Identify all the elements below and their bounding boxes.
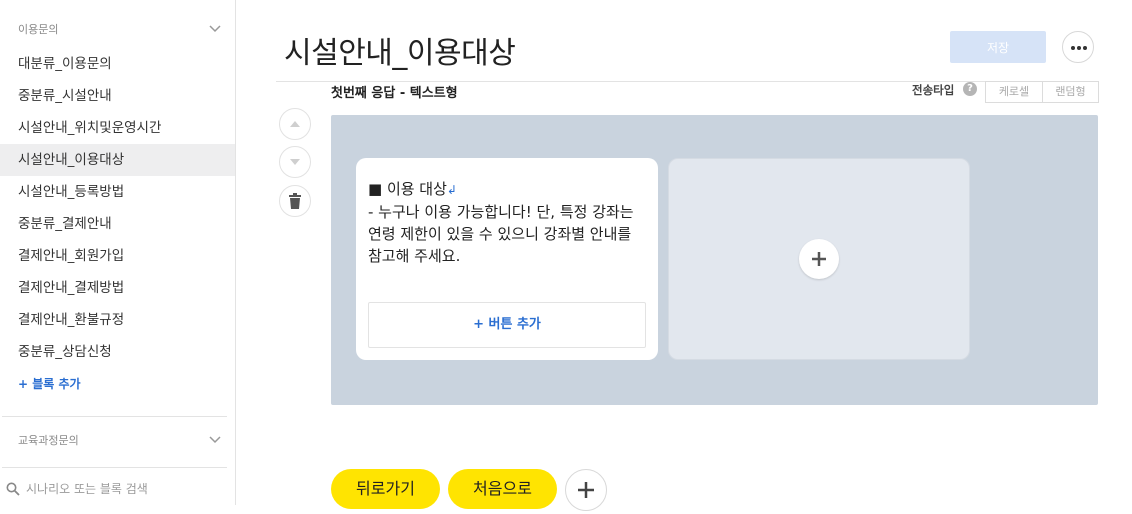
empty-card-slot: [668, 158, 970, 360]
block-list: 대분류_이용문의 중분류_시설안내 시설안내_위치및운영시간 시설안내_이용대상…: [0, 48, 235, 368]
send-type-toggle: 케로셀 랜덤형: [985, 81, 1099, 103]
card-body: - 누구나 이용 가능합니다! 단, 특정 강좌는 연령 제한이 있을 수 있으…: [368, 203, 634, 265]
chevron-down-icon[interactable]: [207, 20, 223, 36]
search-input[interactable]: 시나리오 또는 블록 검색: [0, 478, 235, 500]
divider: [2, 467, 227, 468]
sidebar-item[interactable]: 결제안내_회원가입: [0, 240, 235, 272]
sidebar-item[interactable]: 중분류_시설안내: [0, 80, 235, 112]
group-header-usage[interactable]: 이용문의: [0, 18, 235, 38]
type-option-random[interactable]: 랜덤형: [1042, 82, 1098, 102]
card-text[interactable]: ■ 이용 대상↲ - 누구나 이용 가능합니다! 단, 특정 강좌는 연령 제한…: [368, 178, 640, 267]
page-title: 시설안내_이용대상: [284, 36, 516, 71]
triangle-down-icon: [290, 159, 300, 165]
move-down-button[interactable]: [279, 146, 311, 178]
sidebar-item[interactable]: 시설안내_등록방법: [0, 176, 235, 208]
sidebar-item-active[interactable]: 시설안내_이용대상: [0, 144, 235, 176]
add-button-button[interactable]: + 버튼 추가: [368, 302, 646, 348]
plus-icon: [578, 482, 594, 498]
text-card[interactable]: ■ 이용 대상↲ - 누구나 이용 가능합니다! 단, 특정 강좌는 연령 제한…: [356, 158, 658, 360]
more-icon: [1077, 46, 1081, 50]
back-button[interactable]: 뒤로가기: [331, 469, 440, 509]
delete-button[interactable]: [279, 185, 311, 217]
more-icon: [1083, 46, 1087, 50]
add-block-link[interactable]: + 블록 추가: [18, 375, 81, 392]
add-card-button[interactable]: [799, 239, 839, 279]
search-placeholder: 시나리오 또는 블록 검색: [26, 482, 148, 496]
sidebar-item[interactable]: 중분류_상담신청: [0, 336, 235, 368]
group-label: 이용문의: [18, 23, 59, 36]
type-option-carousel[interactable]: 케로셀: [986, 82, 1042, 102]
triangle-up-icon: [290, 121, 300, 127]
search-icon: [6, 482, 20, 496]
response-label: 첫번째 응답 - 텍스트형: [331, 86, 458, 101]
chevron-down-icon[interactable]: [207, 431, 223, 447]
card-title: ■ 이용 대상: [368, 180, 447, 198]
sidebar-item[interactable]: 결제안내_환불규정: [0, 304, 235, 336]
divider: [2, 416, 227, 417]
sidebar-item[interactable]: 대분류_이용문의: [0, 48, 235, 80]
plus-icon: [812, 252, 826, 266]
home-button[interactable]: 처음으로: [448, 469, 557, 509]
move-up-button[interactable]: [279, 108, 311, 140]
return-icon: ↲: [446, 183, 457, 197]
trash-icon: [289, 193, 301, 209]
group-label: 교육과정문의: [18, 434, 79, 447]
sidebar-item[interactable]: 결제안내_결제방법: [0, 272, 235, 304]
sidebar: 이용문의 대분류_이용문의 중분류_시설안내 시설안내_위치및운영시간 시설안내…: [0, 0, 236, 505]
save-button[interactable]: 저장: [950, 31, 1046, 63]
group-header-education[interactable]: 교육과정문의: [0, 429, 235, 449]
sidebar-item[interactable]: 중분류_결제안내: [0, 208, 235, 240]
sidebar-item[interactable]: 시설안내_위치및운영시간: [0, 112, 235, 144]
help-icon[interactable]: ?: [963, 82, 977, 96]
more-options-button[interactable]: [1062, 31, 1094, 63]
more-icon: [1071, 46, 1075, 50]
send-type-label: 전송타입: [912, 83, 955, 97]
